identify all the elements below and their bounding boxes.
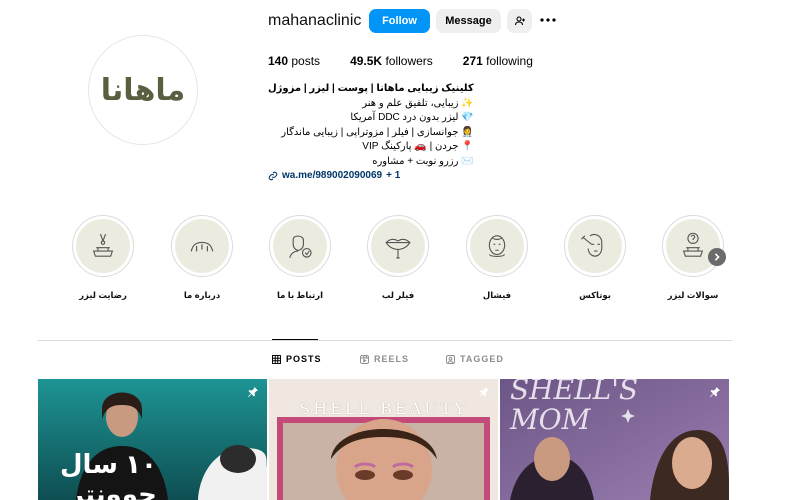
laser-satisfaction-icon <box>92 233 114 257</box>
post-thumbnail[interactable]: ۱۰ سال جوونتر <box>38 379 267 500</box>
highlight-label: درباره ما <box>183 290 221 300</box>
story-highlights: سوالات لیزر بوتاکس فیشال فیلر لب ارتباط … <box>0 215 800 315</box>
pin-icon <box>479 387 489 397</box>
bio-link-extra[interactable]: + 1 <box>386 169 400 184</box>
highlight-contact-us[interactable]: ارتباط با ما <box>268 215 332 301</box>
add-user-icon <box>514 16 525 26</box>
tagged-icon <box>446 354 455 364</box>
follow-button[interactable]: Follow <box>369 9 430 33</box>
more-options-button[interactable] <box>538 13 558 27</box>
post-overlay-text: SHELL'S MOM <box>510 379 639 436</box>
following-count[interactable]: 271 following <box>463 54 533 68</box>
link-icon <box>268 171 278 181</box>
pinned-post-badge <box>247 385 259 403</box>
posts-count: 140 posts <box>268 54 321 68</box>
lips-filler-icon <box>385 238 411 259</box>
highlight-label: فیلر لب <box>381 290 415 300</box>
tab-tagged-label: TAGGED <box>460 354 504 364</box>
reels-icon <box>360 354 369 364</box>
contact-person-icon <box>289 235 312 259</box>
post-overlay-text: SHELL BEAUTY <box>299 399 468 418</box>
post-thumbnail[interactable]: SHELL BEAUTY <box>269 379 498 500</box>
profile-bio: کلینیک زیبایی ماهانا | پوست | لیزر | مزو… <box>268 82 474 184</box>
suggested-accounts-button[interactable] <box>507 9 532 33</box>
post-overlay-text: ۱۰ سال جوونتر <box>60 449 157 500</box>
highlight-facial[interactable]: فیشال <box>465 215 529 301</box>
facial-face-icon <box>488 235 506 257</box>
more-horizontal-icon <box>540 18 556 22</box>
message-button[interactable]: Message <box>436 9 501 33</box>
about-us-icon <box>190 241 214 252</box>
pin-icon <box>248 387 258 397</box>
grid-icon <box>272 354 281 364</box>
tab-posts-label: POSTS <box>286 354 322 364</box>
bio-link-text[interactable]: wa.me/989002090069 <box>282 169 382 184</box>
chevron-right-icon <box>714 253 720 261</box>
highlight-label: فیشال <box>482 290 512 300</box>
followers-count[interactable]: 49.5K followers <box>350 54 433 68</box>
highlights-next-button[interactable] <box>708 248 726 266</box>
highlight-label: رضایت لیزر <box>79 290 127 300</box>
bio-line: 💎 لیزر بدون درد DDC آمریکا <box>350 112 474 123</box>
tab-posts[interactable]: POSTS <box>272 354 322 364</box>
tab-reels[interactable]: REELS <box>360 354 409 364</box>
profile-username: mahanaclinic <box>268 12 362 29</box>
post-image-portrait <box>269 379 498 500</box>
bio-link[interactable]: wa.me/989002090069 + 1 <box>268 169 474 184</box>
highlight-label: سوالات لیزر <box>667 290 719 300</box>
tabs-divider <box>38 340 732 341</box>
tab-reels-label: REELS <box>374 354 410 364</box>
profile-stats: 140 posts 49.5K followers 271 following <box>268 54 563 68</box>
post-thumbnail[interactable]: SHELL'S MOM <box>500 379 729 500</box>
avatar-logo-text: ماهانا <box>100 72 186 108</box>
pin-icon <box>710 387 720 397</box>
highlight-lip-filler[interactable]: فیلر لب <box>366 215 430 301</box>
pinned-post-badge <box>478 385 490 403</box>
highlight-label: بوتاکس <box>579 290 611 300</box>
question-laser-icon <box>682 232 704 257</box>
profile-avatar[interactable]: ماهانا <box>88 35 198 145</box>
bio-line: ✨ زیبایی، تلفیق علم و هنر <box>362 97 474 109</box>
highlight-about-us[interactable]: درباره ما <box>170 215 234 301</box>
tab-tagged[interactable]: TAGGED <box>446 354 504 364</box>
bio-line: 👩‍⚕️ جوانسازی | فیلر | مزوتراپی | زیبایی… <box>281 126 474 138</box>
active-tab-indicator <box>272 339 318 340</box>
botox-face-icon <box>581 233 603 257</box>
bio-line: 📍 جردن | 🚗 پارکینگ VIP <box>362 141 474 152</box>
highlight-botox[interactable]: بوتاکس <box>563 215 627 301</box>
highlight-laser-satisfaction[interactable]: رضایت لیزر <box>71 215 135 301</box>
highlight-label: ارتباط با ما <box>276 290 324 300</box>
bio-line: ✉️ رزرو نوبت + مشاوره <box>372 155 474 167</box>
bio-name: کلینیک زیبایی ماهانا | پوست | لیزر | مزو… <box>268 83 474 94</box>
pinned-post-badge <box>709 385 721 403</box>
